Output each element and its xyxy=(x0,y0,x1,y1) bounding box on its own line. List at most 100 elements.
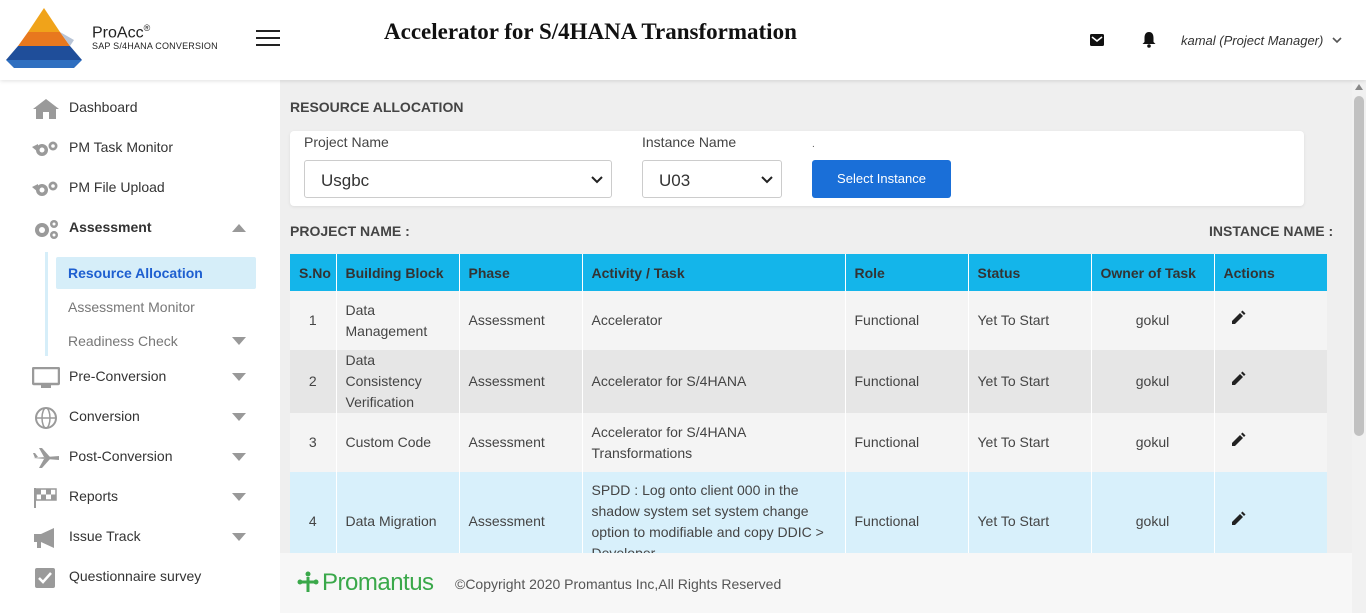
project-select[interactable]: Usgbc xyxy=(304,160,612,198)
cell-sno: 2 xyxy=(290,350,337,413)
footer: Promantus ©Copyright 2020 Promantus Inc,… xyxy=(280,553,1352,613)
sidebar-item-pre-conversion[interactable]: Pre-Conversion xyxy=(0,357,280,397)
cell-status: Yet To Start xyxy=(968,472,1092,553)
sidebar-item-post-conversion[interactable]: Post-Conversion xyxy=(0,437,280,477)
sidebar-item-label: Assessment xyxy=(69,219,152,235)
page-scrollbar[interactable] xyxy=(1352,80,1366,613)
column-header: Actions xyxy=(1214,254,1327,291)
sidebar-item-dashboard[interactable]: Dashboard xyxy=(0,88,280,128)
scrollbar-thumb[interactable] xyxy=(1354,96,1364,436)
cogs-icon xyxy=(35,220,58,239)
project-select-value: Usgbc xyxy=(321,171,370,190)
cell-role: Functional xyxy=(845,291,969,350)
project-name-label: Project Name xyxy=(304,134,389,150)
gears-icon xyxy=(32,181,58,196)
cell-role: Functional xyxy=(845,472,969,553)
flag-icon xyxy=(34,488,57,508)
column-header: Activity / Task xyxy=(582,254,846,291)
table-header-row: S.No Building Block Phase Activity / Tas… xyxy=(290,254,1327,291)
sidebar-item-label: Conversion xyxy=(69,408,140,424)
cell-role: Functional xyxy=(845,413,969,472)
submenu-item-assessment-monitor[interactable]: Assessment Monitor xyxy=(56,291,256,323)
sidebar-item-label: Questionnaire survey xyxy=(69,568,202,584)
cell-owner: gokul xyxy=(1091,350,1215,413)
column-header: S.No xyxy=(290,254,337,291)
cell-task: Accelerator for S/4HANA Transformations xyxy=(582,413,846,472)
user-menu[interactable]: kamal (Project Manager) xyxy=(1181,33,1323,48)
cell-building-block: Data Consistency Verification xyxy=(336,350,460,413)
cell-task: Accelerator xyxy=(582,291,846,350)
scroll-up-arrow-icon[interactable] xyxy=(1355,84,1363,90)
sidebar-item-pm-task-monitor[interactable]: PM Task Monitor xyxy=(0,128,280,168)
sidebar-item-label: Dashboard xyxy=(69,99,138,115)
cell-phase: Assessment xyxy=(459,472,583,553)
gears-icon xyxy=(32,141,58,156)
sidebar-item-conversion[interactable]: Conversion xyxy=(0,397,280,437)
cell-actions xyxy=(1214,413,1327,472)
instance-name-heading: INSTANCE NAME : xyxy=(1209,223,1334,239)
megaphone-icon xyxy=(34,528,54,548)
pencil-icon[interactable] xyxy=(1230,371,1246,387)
globe-icon xyxy=(35,407,57,429)
submenu-item-readiness-check[interactable]: Readiness Check xyxy=(56,325,256,357)
column-header: Building Block xyxy=(336,254,460,291)
caret-down-icon[interactable] xyxy=(232,533,246,541)
column-header: Status xyxy=(968,254,1092,291)
caret-down-icon[interactable] xyxy=(232,453,246,461)
cell-status: Yet To Start xyxy=(968,291,1092,350)
submenu-item-label: Assessment Monitor xyxy=(68,299,195,315)
instance-name-label: Instance Name xyxy=(642,134,737,150)
sidebar-item-label: PM Task Monitor xyxy=(69,139,173,155)
cell-status: Yet To Start xyxy=(968,413,1092,472)
caret-down-icon[interactable] xyxy=(232,493,246,501)
menu-toggle-icon[interactable] xyxy=(256,30,280,48)
instance-select[interactable]: U03 xyxy=(642,160,782,198)
column-header: Role xyxy=(845,254,969,291)
cell-building-block: Custom Code xyxy=(336,413,460,472)
plane-icon xyxy=(33,448,59,468)
mail-icon[interactable] xyxy=(1089,32,1105,48)
sidebar-item-label: Issue Track xyxy=(69,528,141,544)
sidebar-item-questionnaire-survey[interactable]: Questionnaire survey xyxy=(0,557,280,597)
sidebar-item-pm-file-upload[interactable]: PM File Upload xyxy=(0,168,280,208)
filter-card: Project Name Usgbc Instance Name U03 . S… xyxy=(290,131,1304,206)
cell-role: Functional xyxy=(845,350,969,413)
submenu-line xyxy=(45,252,48,356)
cell-owner: gokul xyxy=(1091,472,1215,553)
sidebar: Dashboard PM Task Monitor PM File Upload… xyxy=(0,80,280,613)
submenu-item-resource-allocation[interactable]: Resource Allocation xyxy=(56,257,256,289)
footer-brand: Promantus xyxy=(322,569,434,596)
cell-building-block: Data Management xyxy=(336,291,460,350)
select-instance-button[interactable]: Select Instance xyxy=(812,160,951,198)
pencil-icon[interactable] xyxy=(1230,310,1246,326)
sidebar-item-label: PM File Upload xyxy=(69,179,165,195)
sidebar-item-assessment[interactable]: Assessment xyxy=(0,208,280,248)
page-title: RESOURCE ALLOCATION xyxy=(290,99,464,115)
pencil-icon[interactable] xyxy=(1230,511,1246,527)
column-header: Phase xyxy=(459,254,583,291)
cell-actions xyxy=(1214,472,1327,553)
cell-task: SPDD : Log onto client 000 in the shadow… xyxy=(582,472,846,553)
caret-up-icon[interactable] xyxy=(232,224,246,232)
sidebar-item-issue-track[interactable]: Issue Track xyxy=(0,517,280,557)
app-title: Accelerator for S/4HANA Transformation xyxy=(384,19,797,44)
cell-sno: 3 xyxy=(290,413,337,472)
pencil-icon[interactable] xyxy=(1230,432,1246,448)
caret-down-icon[interactable] xyxy=(232,373,246,381)
checkbox-icon xyxy=(35,568,55,588)
chevron-down-icon[interactable] xyxy=(1331,34,1343,46)
caret-down-icon[interactable] xyxy=(232,337,246,345)
cell-phase: Assessment xyxy=(459,350,583,413)
cell-sno: 4 xyxy=(290,472,337,553)
bell-icon[interactable] xyxy=(1141,31,1157,48)
cell-phase: Assessment xyxy=(459,413,583,472)
copyright-text: ©Copyright 2020 Promantus Inc,All Rights… xyxy=(455,576,782,592)
brand-name: ProAcc® xyxy=(92,23,151,42)
cell-owner: gokul xyxy=(1091,413,1215,472)
resource-table: S.No Building Block Phase Activity / Tas… xyxy=(290,254,1327,553)
dot-label: . xyxy=(812,139,815,150)
column-header: Owner of Task xyxy=(1091,254,1215,291)
table-row: 4 Data Migration Assessment SPDD : Log o… xyxy=(290,472,1327,553)
sidebar-item-reports[interactable]: Reports xyxy=(0,477,280,517)
caret-down-icon[interactable] xyxy=(232,413,246,421)
